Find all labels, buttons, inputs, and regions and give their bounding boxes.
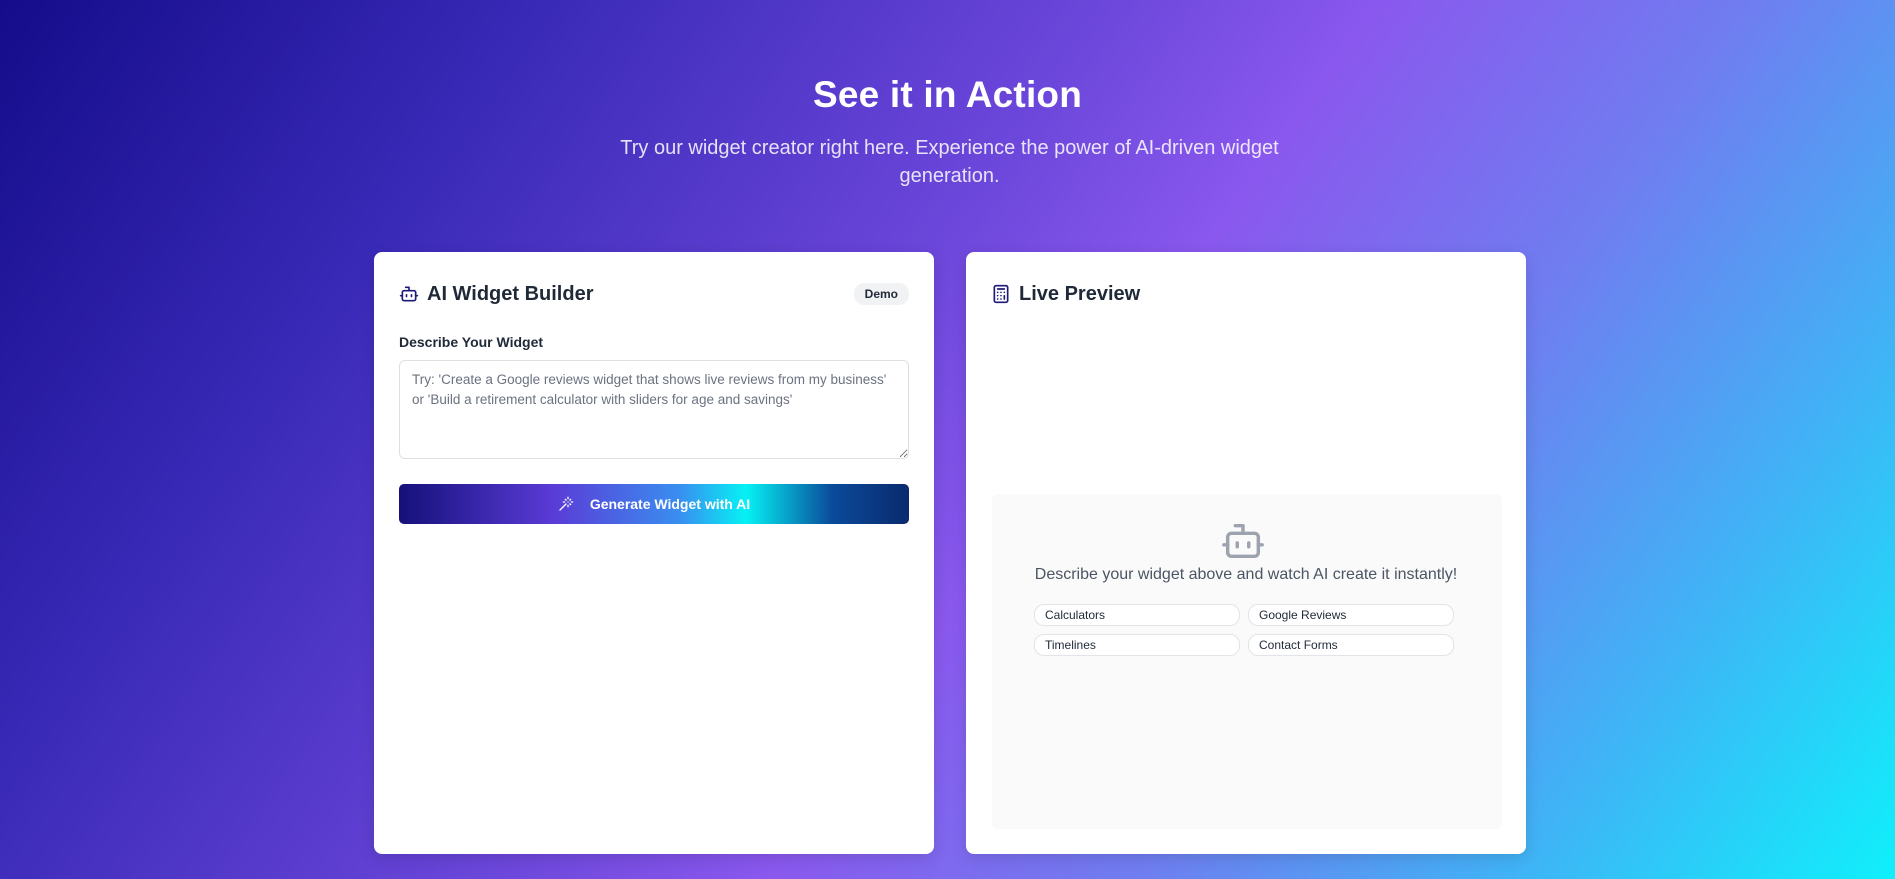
preview-title: Live Preview xyxy=(1019,282,1141,305)
live-preview-card: Live Preview Describe your widget above … xyxy=(966,252,1526,854)
preview-header: Live Preview xyxy=(991,280,1501,308)
section-title: See it in Action xyxy=(812,74,1083,115)
calculator-icon xyxy=(991,284,1011,304)
widget-builder-card: AI Widget Builder Demo Describe Your Wid… xyxy=(374,252,934,854)
describe-widget-label: Describe Your Widget xyxy=(399,334,544,350)
demo-badge: Demo xyxy=(853,283,909,305)
empty-state-message: Describe your widget above and watch AI … xyxy=(1034,566,1458,583)
widget-type-chips: Calculators Google Reviews Timelines Con… xyxy=(1034,604,1458,656)
generate-button-label: Generate Widget with AI xyxy=(589,496,751,512)
generate-widget-button[interactable]: Generate Widget with AI xyxy=(399,484,909,524)
builder-header: AI Widget Builder Demo xyxy=(399,280,909,308)
chip-contact-forms[interactable]: Contact Forms xyxy=(1248,634,1454,656)
chip-timelines[interactable]: Timelines xyxy=(1034,634,1240,656)
widget-description-input[interactable] xyxy=(399,360,909,459)
builder-title: AI Widget Builder xyxy=(427,282,594,305)
magic-wand-icon xyxy=(558,496,574,512)
section-subtitle: Try our widget creator right here. Exper… xyxy=(620,137,1279,187)
chip-calculators[interactable]: Calculators xyxy=(1034,604,1240,626)
chip-google-reviews[interactable]: Google Reviews xyxy=(1248,604,1454,626)
robot-icon xyxy=(399,284,419,304)
robot-icon xyxy=(1220,518,1266,564)
